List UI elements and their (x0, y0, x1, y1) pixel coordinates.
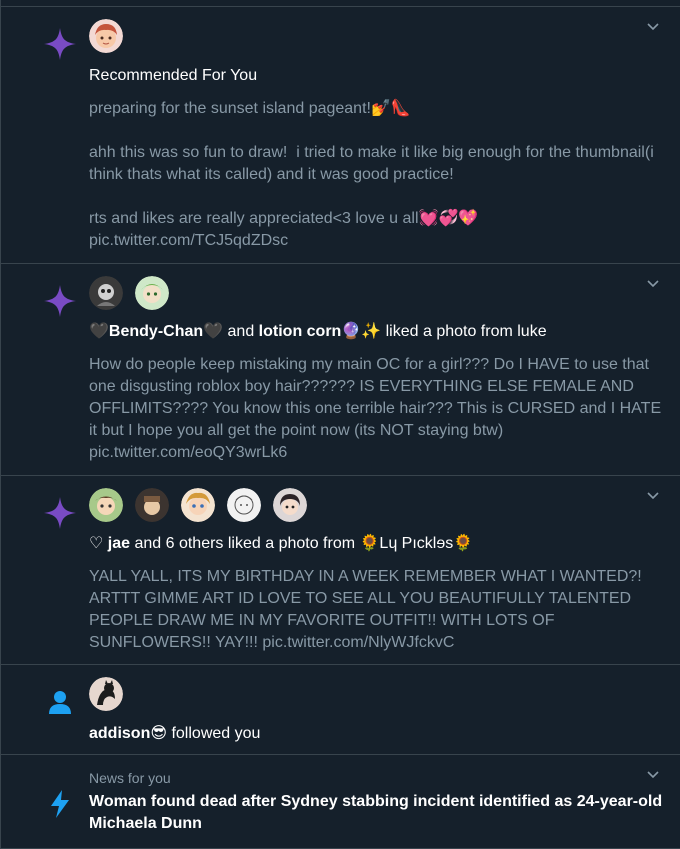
notification-liked-luke[interactable]: 🖤Bendy-Chan🖤 and lotion corn🔮✨ liked a p… (1, 263, 680, 475)
chevron-down-icon[interactable] (645, 488, 661, 504)
notification-followed[interactable]: addison😎 followed you (1, 664, 680, 754)
avatar[interactable] (89, 19, 123, 53)
user-name[interactable]: addison😎 (89, 725, 167, 742)
title-action: liked a photo from luke (381, 323, 547, 340)
chevron-down-icon[interactable] (645, 276, 661, 292)
avatar-group (89, 276, 169, 310)
avatar[interactable] (181, 488, 215, 522)
notification-title: addison😎 followed you (89, 724, 260, 744)
user-name[interactable]: ♡ jae (89, 535, 130, 552)
tweet-text[interactable]: preparing for the sunset island pageant!… (89, 98, 664, 252)
title-connector: and (223, 323, 259, 340)
title-action: and 6 others liked a photo from 🌻Lɥ Pıck… (130, 535, 474, 552)
news-context: News for you (89, 770, 171, 786)
avatar[interactable] (227, 488, 261, 522)
notification-recommended[interactable]: Recommended For You preparing for the su… (1, 6, 680, 263)
avatar[interactable] (89, 488, 123, 522)
notification-title: 🖤Bendy-Chan🖤 and lotion corn🔮✨ liked a p… (89, 322, 547, 342)
avatar[interactable] (135, 276, 169, 310)
notifications-feed: Recommended For You preparing for the su… (0, 0, 680, 849)
sparkle-icon (41, 25, 79, 63)
notification-liked-pickles[interactable]: ♡ jae and 6 others liked a photo from 🌻L… (1, 475, 680, 664)
chevron-down-icon[interactable] (645, 767, 661, 783)
avatar-group (89, 677, 123, 711)
avatar[interactable] (135, 488, 169, 522)
person-icon (41, 683, 79, 721)
avatar-group (89, 488, 307, 522)
lightning-icon (41, 785, 79, 823)
avatar[interactable] (89, 276, 123, 310)
title-action: followed you (167, 725, 261, 742)
user-name[interactable]: 🖤Bendy-Chan🖤 (89, 323, 223, 340)
notification-title: Recommended For You (89, 67, 258, 84)
tweet-text[interactable]: How do people keep mistaking my main OC … (89, 354, 664, 464)
notification-title: ♡ jae and 6 others liked a photo from 🌻L… (89, 534, 473, 554)
tweet-text[interactable]: YALL YALL, ITS MY BIRTHDAY IN A WEEK REM… (89, 566, 664, 654)
avatar[interactable] (89, 677, 123, 711)
sparkle-icon (41, 494, 79, 532)
notification-news[interactable]: News for you Woman found dead after Sydn… (1, 754, 680, 849)
avatar[interactable] (273, 488, 307, 522)
sparkle-icon (41, 282, 79, 320)
user-name[interactable]: lotion corn🔮✨ (259, 323, 382, 340)
news-headline[interactable]: Woman found dead after Sydney stabbing i… (89, 791, 664, 835)
avatar-group (89, 19, 123, 53)
chevron-down-icon[interactable] (645, 19, 661, 35)
